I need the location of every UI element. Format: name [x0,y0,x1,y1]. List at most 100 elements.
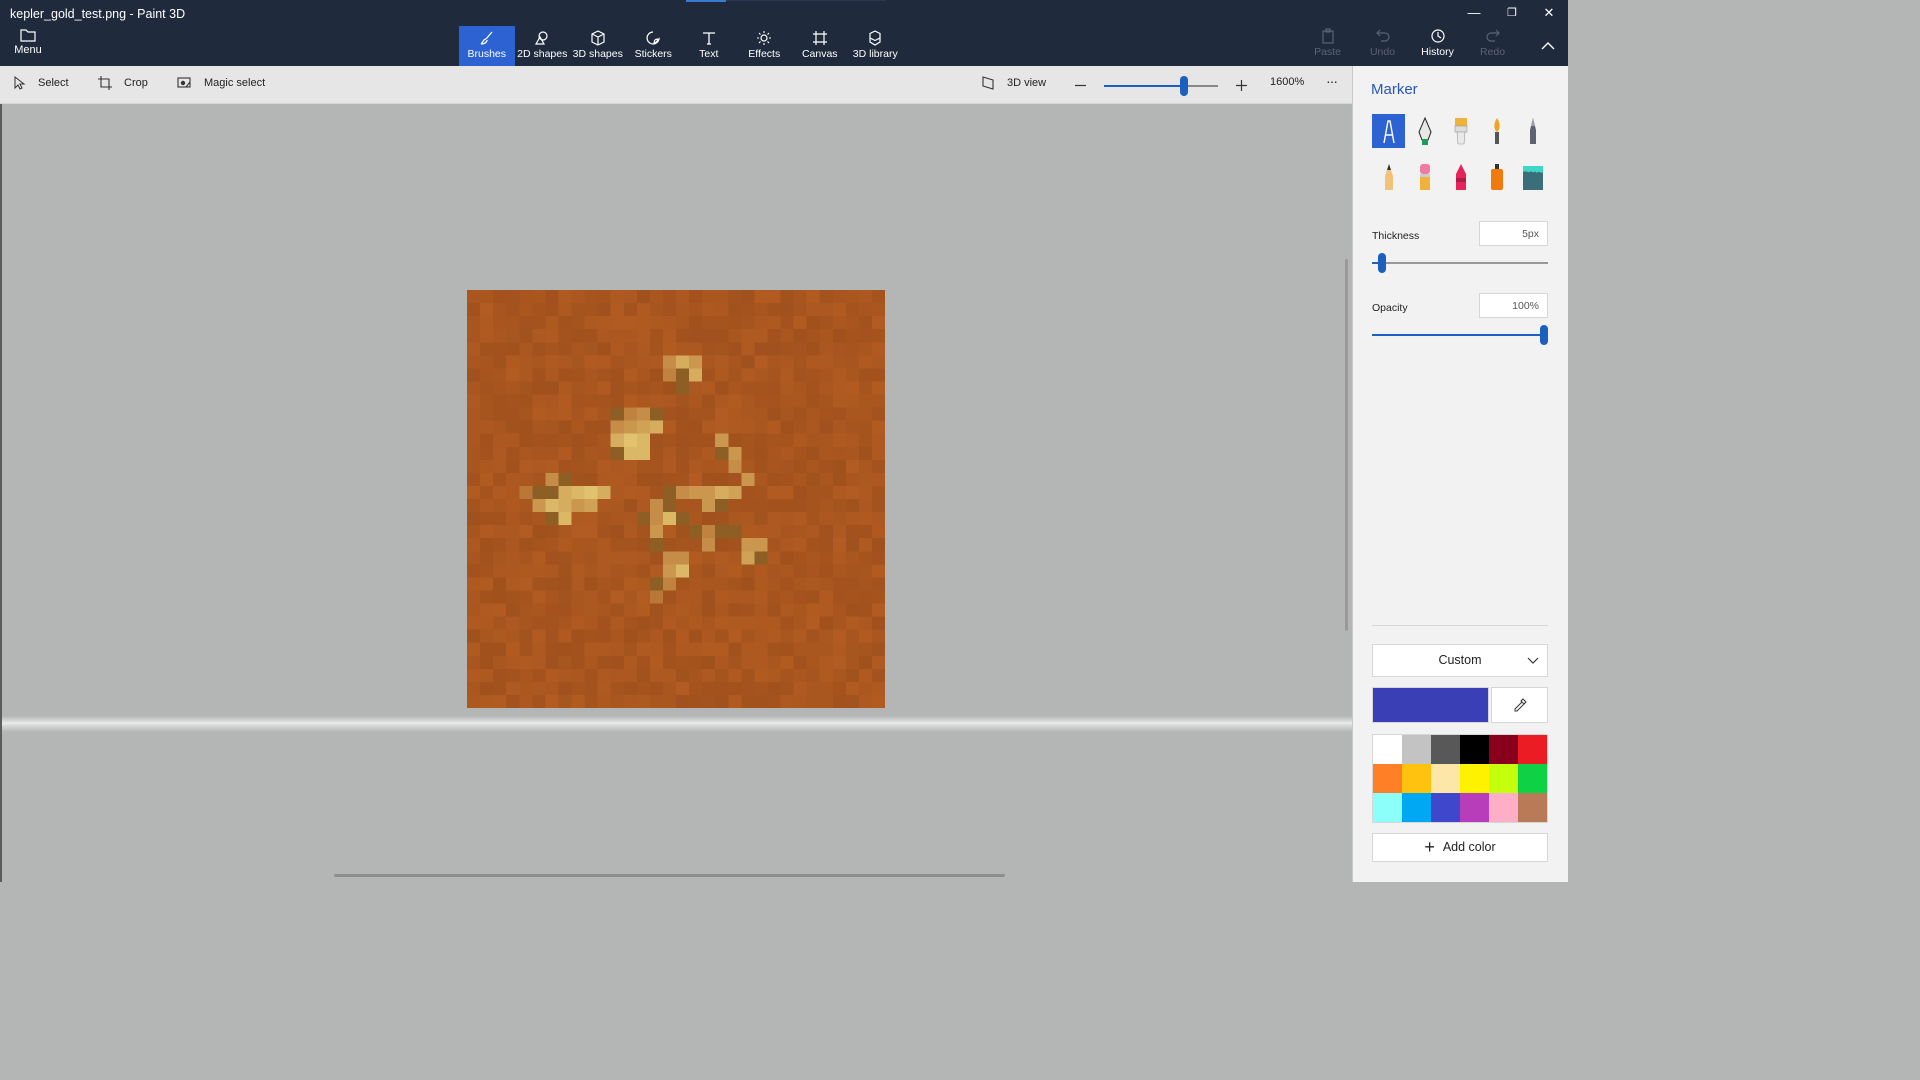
current-color-swatch[interactable] [1372,687,1489,723]
image-pixel [662,433,676,447]
image-pixel [545,433,559,447]
image-pixel [623,681,637,695]
image-pixel [545,407,559,421]
color-swatch[interactable] [1460,793,1489,822]
zoom-slider-thumb[interactable] [1179,76,1188,96]
tool-eraser[interactable] [1408,160,1441,194]
opacity-slider[interactable] [1372,325,1548,345]
redo-button[interactable]: Redo [1465,28,1520,58]
collapse-ribbon-icon[interactable] [1536,36,1560,56]
image-pixel [754,668,768,682]
crop-button[interactable]: Crop [98,76,148,90]
tab-stickers[interactable]: Stickers [626,26,682,66]
tool-fill-bucket[interactable] [1516,160,1549,194]
image-pixel [728,446,742,460]
image-pixel [519,564,533,578]
image-pixel [467,655,481,669]
select-button[interactable]: Select [14,76,69,90]
image-pixel [780,551,794,565]
tab-effects[interactable]: Effects [737,26,793,66]
image-pixel [558,433,572,447]
image-pixel [610,603,624,617]
opacity-input[interactable]: 100% [1479,293,1548,318]
image-pixel [793,407,807,421]
image-pixel [741,564,755,578]
undo-button[interactable]: Undo [1355,28,1410,58]
tool-pixel-pen[interactable] [1516,114,1549,148]
color-swatch[interactable] [1373,735,1402,764]
tool-oil-brush[interactable] [1444,114,1477,148]
image-pixel [662,694,676,708]
image-pixel [767,538,781,552]
image-pixel [506,668,520,682]
3d-view-button[interactable]: 3D view [981,76,1046,90]
tab-canvas[interactable]: Canvas [792,26,848,66]
opacity-slider-thumb[interactable] [1540,325,1548,345]
color-swatch[interactable] [1373,764,1402,793]
zoom-out-icon[interactable] [1074,79,1087,92]
color-swatch[interactable] [1402,735,1431,764]
tab-text[interactable]: Text [681,26,737,66]
tool-marker[interactable] [1372,114,1405,148]
add-color-button[interactable]: + Add color [1372,833,1548,862]
image-pixel [793,329,807,343]
eyedropper-button[interactable] [1491,687,1548,723]
zoom-in-icon[interactable] [1235,79,1248,92]
image-pixel [845,407,859,421]
color-swatch[interactable] [1518,793,1547,822]
color-swatch[interactable] [1460,764,1489,793]
color-swatch[interactable] [1489,793,1518,822]
tool-crayon[interactable] [1444,160,1477,194]
image-pixel [806,681,820,695]
minimize-button[interactable]: — [1456,4,1492,24]
close-button[interactable]: ✕ [1531,4,1567,24]
paste-button[interactable]: Paste [1300,28,1355,58]
color-swatch[interactable] [1518,735,1547,764]
tool-watercolor[interactable] [1480,114,1513,148]
color-mode-dropdown[interactable]: Custom [1372,644,1548,677]
horizontal-scrollbar[interactable] [334,874,1005,877]
image-pixel [558,472,572,486]
image-pixel [806,538,820,552]
more-options-button[interactable]: ··· [1326,73,1338,89]
color-swatch[interactable] [1402,764,1431,793]
image-pixel [662,381,676,395]
color-swatch[interactable] [1431,764,1460,793]
color-swatch[interactable] [1518,764,1547,793]
image-pixel [558,577,572,591]
image-canvas[interactable] [467,290,885,708]
color-swatch[interactable] [1431,793,1460,822]
thickness-slider[interactable] [1372,253,1548,273]
color-swatch[interactable] [1373,793,1402,822]
thickness-slider-thumb[interactable] [1378,253,1386,273]
tool-spray-can[interactable] [1480,160,1513,194]
tool-calligraphy-pen[interactable] [1408,114,1441,148]
color-swatch[interactable] [1431,735,1460,764]
tab-3d-library[interactable]: 3D library [848,26,904,66]
zoom-level[interactable]: 1600% [1270,76,1304,88]
vertical-scrollbar[interactable] [1345,259,1348,631]
tool-pencil[interactable] [1372,160,1405,194]
thickness-input[interactable]: 5px [1479,221,1548,246]
color-swatch[interactable] [1489,764,1518,793]
color-swatch[interactable] [1460,735,1489,764]
canvas-workspace[interactable] [0,104,1352,882]
image-pixel [519,472,533,486]
image-pixel [845,668,859,682]
image-pixel [662,538,676,552]
color-swatch[interactable] [1489,735,1518,764]
zoom-slider[interactable] [1104,76,1218,96]
history-button[interactable]: History [1410,28,1465,58]
image-pixel [571,499,585,513]
tab-2d-shapes[interactable]: 2D shapes [515,26,571,66]
menu-button[interactable]: Menu [6,28,50,62]
image-pixel [767,694,781,708]
tab-3d-shapes[interactable]: 3D shapes [570,26,626,66]
restore-button[interactable]: ❐ [1494,4,1530,24]
image-pixel [871,368,885,382]
magic-select-button[interactable]: Magic select [177,76,265,90]
tab-brushes[interactable]: Brushes [459,26,515,66]
color-swatch[interactable] [1402,793,1431,822]
image-pixel [610,525,624,539]
image-pixel [519,525,533,539]
